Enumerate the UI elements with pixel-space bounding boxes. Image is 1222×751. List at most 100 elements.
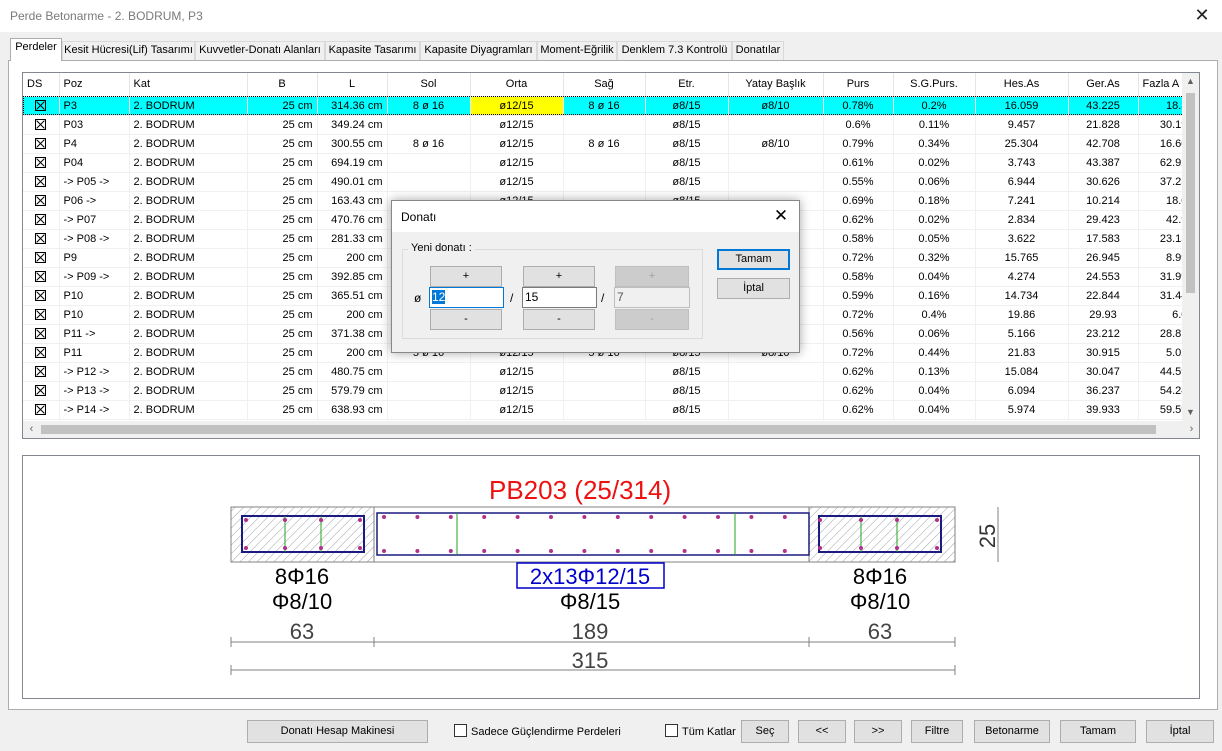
table-row[interactable]: -> P05 -> 2. BODRUM 25 cm 490.01 cm ø12/15 ø8…: [23, 172, 1199, 192]
cell-etr[interactable]: ø8/15: [645, 172, 729, 192]
cell-ds[interactable]: [23, 343, 60, 363]
cell-ds[interactable]: [23, 134, 60, 154]
cell-sol[interactable]: 8 ø 16: [387, 96, 471, 116]
cell-b[interactable]: 25 cm: [247, 267, 318, 287]
tab-perdeler[interactable]: Perdeler: [10, 38, 62, 61]
cell-poz[interactable]: -> P14 ->: [59, 400, 130, 420]
cell-ds[interactable]: [23, 381, 60, 401]
ds-checkbox[interactable]: [35, 214, 47, 226]
cell-hesas[interactable]: 25.304: [975, 134, 1069, 154]
spacing-plus-button[interactable]: +: [523, 266, 595, 287]
cell-hesas[interactable]: 3.743: [975, 153, 1069, 173]
cell-l[interactable]: 200 cm: [317, 343, 388, 363]
third-input[interactable]: 7: [614, 287, 690, 308]
cell-etr[interactable]: ø8/15: [645, 400, 729, 420]
cell-sol[interactable]: 8 ø 16: [387, 134, 471, 154]
cell-b[interactable]: 25 cm: [247, 343, 318, 363]
ok-button[interactable]: Tamam: [1060, 720, 1136, 743]
filter-button[interactable]: Filtre: [911, 720, 963, 743]
cell-orta[interactable]: ø12/15: [470, 172, 564, 192]
cell-l[interactable]: 371.38 cm: [317, 324, 388, 344]
ds-checkbox[interactable]: [35, 271, 47, 283]
cell-l[interactable]: 490.01 cm: [317, 172, 388, 192]
cell-b[interactable]: 25 cm: [247, 324, 318, 344]
cell-kat[interactable]: 2. BODRUM: [129, 153, 248, 173]
cell-orta[interactable]: ø12/15: [470, 362, 564, 382]
cell-hesas[interactable]: 2.834: [975, 210, 1069, 230]
cell-sgpurs[interactable]: 0.02%: [893, 210, 976, 230]
cell-orta[interactable]: ø12/15: [470, 115, 564, 135]
cell-ds[interactable]: [23, 324, 60, 344]
col-header-poz[interactable]: Poz: [59, 73, 130, 97]
tab-kapasite-tasarimi[interactable]: Kapasite Tasarımı: [325, 41, 420, 60]
cell-b[interactable]: 25 cm: [247, 362, 318, 382]
scroll-left-icon[interactable]: ‹: [23, 421, 40, 438]
cell-geras[interactable]: 10.214: [1068, 191, 1139, 211]
ds-checkbox[interactable]: [35, 138, 47, 150]
col-header-ger-as[interactable]: Ger.As: [1068, 73, 1139, 97]
cell-purs[interactable]: 0.62%: [823, 362, 894, 382]
cell-b[interactable]: 25 cm: [247, 210, 318, 230]
spacing-input[interactable]: 15: [522, 287, 597, 308]
cell-b[interactable]: 25 cm: [247, 115, 318, 135]
cell-purs[interactable]: 0.58%: [823, 267, 894, 287]
cell-sol[interactable]: [387, 381, 471, 401]
tab-kapasite-diyagramlari[interactable]: Kapasite Diyagramları: [420, 41, 537, 60]
cell-b[interactable]: 25 cm: [247, 153, 318, 173]
cell-purs[interactable]: 0.61%: [823, 153, 894, 173]
cell-kat[interactable]: 2. BODRUM: [129, 267, 248, 287]
cell-geras[interactable]: 30.626: [1068, 172, 1139, 192]
cell-orta[interactable]: ø12/15: [470, 381, 564, 401]
cell-purs[interactable]: 0.55%: [823, 172, 894, 192]
cell-sgpurs[interactable]: 0.04%: [893, 400, 976, 420]
col-header-sg-purs[interactable]: S.G.Purs.: [893, 73, 976, 97]
cell-yatay[interactable]: [728, 153, 824, 173]
cell-geras[interactable]: 42.708: [1068, 134, 1139, 154]
cell-geras[interactable]: 22.844: [1068, 286, 1139, 306]
table-vertical-scrollbar[interactable]: ▲ ▼: [1182, 73, 1199, 421]
cell-yatay[interactable]: [728, 381, 824, 401]
diameter-minus-button[interactable]: -: [430, 309, 502, 330]
cell-sgpurs[interactable]: 0.34%: [893, 134, 976, 154]
cell-orta[interactable]: ø12/15: [470, 153, 564, 173]
cell-ds[interactable]: [23, 229, 60, 249]
cell-sol[interactable]: [387, 172, 471, 192]
cell-yatay[interactable]: ø8/10: [728, 96, 824, 116]
cell-sag[interactable]: [563, 400, 646, 420]
cell-sag[interactable]: 8 ø 16: [563, 96, 646, 116]
cell-sol[interactable]: [387, 115, 471, 135]
cell-sag[interactable]: [563, 381, 646, 401]
cell-l[interactable]: 470.76 cm: [317, 210, 388, 230]
dialog-close-icon[interactable]: ✕: [769, 204, 793, 228]
cell-poz[interactable]: -> P12 ->: [59, 362, 130, 382]
cell-hesas[interactable]: 5.974: [975, 400, 1069, 420]
cell-sol[interactable]: [387, 400, 471, 420]
cell-poz[interactable]: P10: [59, 305, 130, 325]
ds-checkbox[interactable]: [35, 328, 47, 340]
cell-b[interactable]: 25 cm: [247, 134, 318, 154]
cell-geras[interactable]: 23.212: [1068, 324, 1139, 344]
cell-sol[interactable]: [387, 153, 471, 173]
cell-sgpurs[interactable]: 0.06%: [893, 324, 976, 344]
cell-sag[interactable]: 8 ø 16: [563, 134, 646, 154]
cell-ds[interactable]: [23, 267, 60, 287]
cell-sag[interactable]: [563, 172, 646, 192]
betonarme-button[interactable]: Betonarme: [974, 720, 1050, 743]
ds-checkbox[interactable]: [35, 119, 47, 131]
ds-checkbox[interactable]: [35, 290, 47, 302]
cell-poz[interactable]: P04: [59, 153, 130, 173]
cell-l[interactable]: 200 cm: [317, 248, 388, 268]
previous-button[interactable]: <<: [798, 720, 846, 743]
third-plus-button[interactable]: +: [615, 266, 689, 287]
window-close-icon[interactable]: ✕: [1190, 4, 1214, 26]
dialog-ok-button[interactable]: Tamam: [717, 249, 790, 270]
tab-denklem[interactable]: Denklem 7.3 Kontrolü: [617, 41, 732, 60]
cell-l[interactable]: 314.36 cm: [317, 96, 388, 116]
cell-sgpurs[interactable]: 0.06%: [893, 172, 976, 192]
cell-l[interactable]: 694.19 cm: [317, 153, 388, 173]
cell-sgpurs[interactable]: 0.18%: [893, 191, 976, 211]
cell-geras[interactable]: 29.423: [1068, 210, 1139, 230]
cell-purs[interactable]: 0.62%: [823, 210, 894, 230]
tab-kuvvetler[interactable]: Kuvvetler-Donatı Alanları: [195, 41, 325, 60]
col-header-b[interactable]: B: [247, 73, 318, 97]
